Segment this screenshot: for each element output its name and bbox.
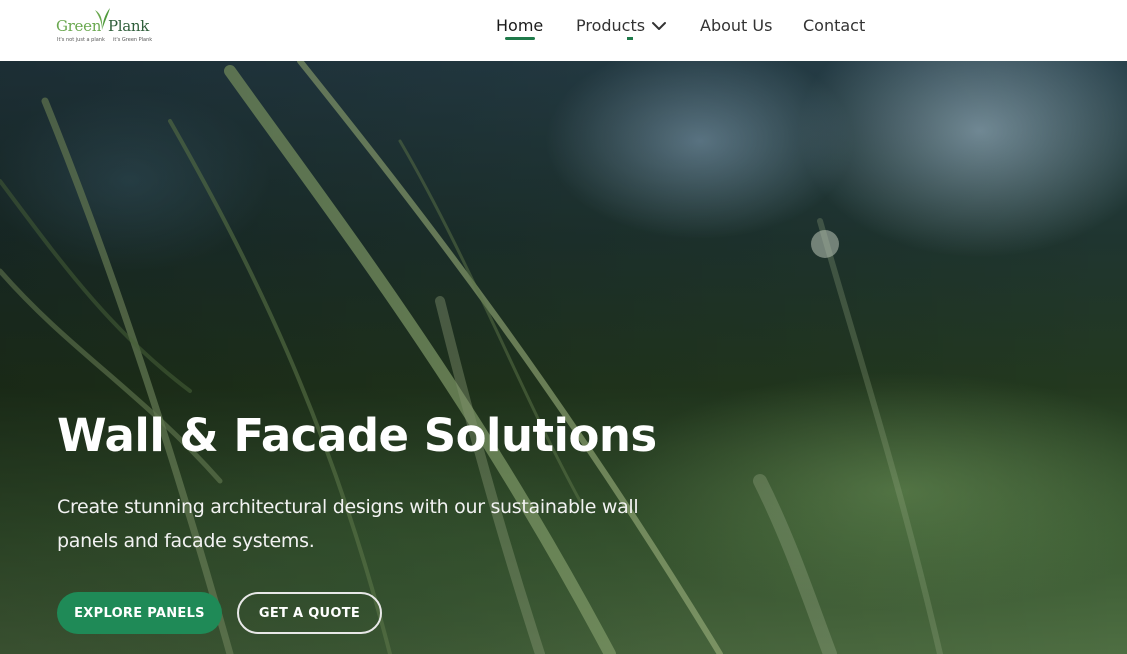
- main-nav: Home Products About Us Contact: [0, 0, 1127, 61]
- hero-section: Wall & Facade Solutions Create stunning …: [0, 61, 1127, 654]
- site-header: Green Plank It's not just a plank it's G…: [0, 0, 1127, 61]
- explore-panels-button[interactable]: EXPLORE PANELS: [57, 592, 222, 634]
- hero-overlay: [0, 61, 1127, 654]
- nav-item-products[interactable]: Products: [576, 16, 645, 36]
- active-nav-indicator: [505, 37, 535, 40]
- hero-title: Wall & Facade Solutions: [57, 409, 657, 462]
- nav-item-home[interactable]: Home: [496, 16, 543, 36]
- nav-item-about-us[interactable]: About Us: [700, 16, 772, 36]
- chevron-down-icon[interactable]: [651, 20, 667, 32]
- get-a-quote-button[interactable]: GET A QUOTE: [237, 592, 382, 634]
- hero-subtitle: Create stunning architectural designs wi…: [57, 496, 639, 552]
- nav-item-contact[interactable]: Contact: [803, 16, 865, 36]
- products-indicator: [627, 37, 633, 40]
